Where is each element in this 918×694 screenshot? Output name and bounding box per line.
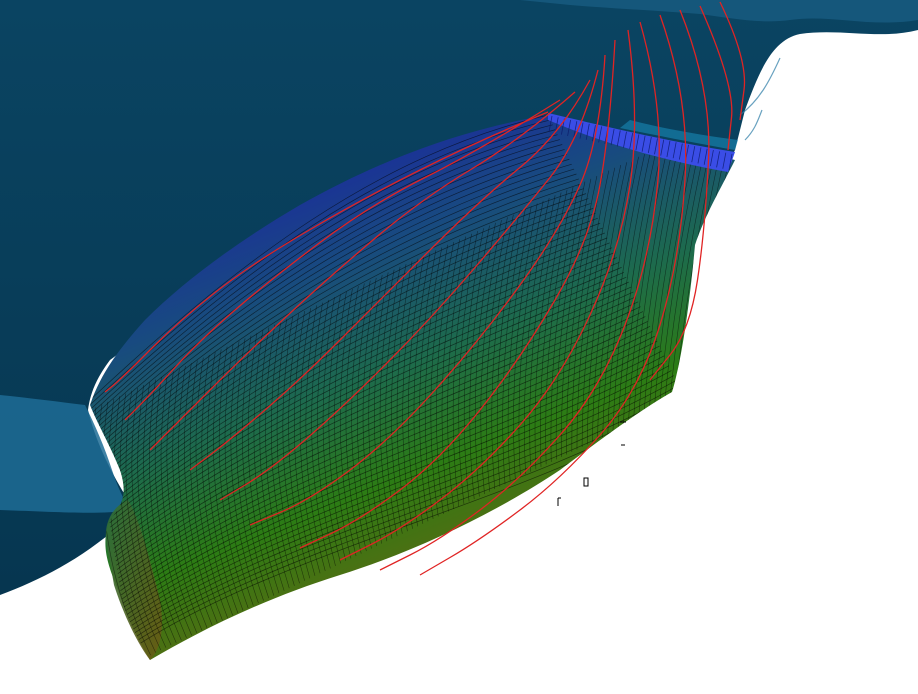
stray-mark-3 bbox=[620, 421, 626, 446]
hull-flow-render bbox=[0, 0, 918, 660]
stray-mark-1 bbox=[583, 477, 589, 487]
stray-mark-2 bbox=[557, 497, 561, 506]
render-viewport bbox=[0, 0, 918, 694]
